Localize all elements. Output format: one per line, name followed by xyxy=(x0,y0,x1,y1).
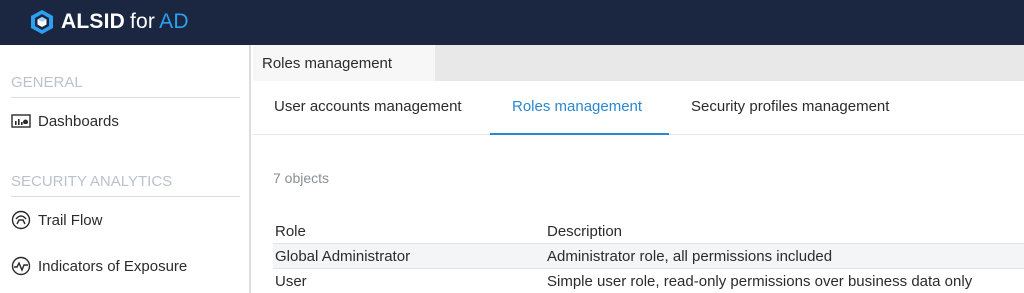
main-content: Roles management User accounts managemen… xyxy=(253,45,1024,293)
description-cell: Simple user role, read-only permissions … xyxy=(547,273,973,290)
page-tab-roles-management[interactable]: Roles management xyxy=(253,45,435,81)
table-header: Role Description xyxy=(273,220,1024,244)
subtab-bar: User accounts management Roles managemen… xyxy=(253,81,1024,135)
sidebar: GENERAL Dashboards SECURITY ANALYTICS Tr… xyxy=(0,45,251,293)
sidebar-item-label: Trail Flow xyxy=(38,211,103,229)
column-header-role[interactable]: Role xyxy=(275,223,306,240)
sidebar-item-label: Indicators of Exposure xyxy=(38,257,188,275)
brand-for: for xyxy=(130,10,156,33)
trail-flow-icon xyxy=(11,210,31,230)
role-cell: Global Administrator xyxy=(275,248,411,265)
table-row[interactable]: Global Administrator Administrator role,… xyxy=(273,244,1024,269)
sidebar-item-label: Dashboards xyxy=(38,112,119,130)
sidebar-item-trail-flow[interactable]: Trail Flow xyxy=(11,206,102,234)
brand-ad: AD xyxy=(159,10,189,33)
description-cell: Administrator role, all permissions incl… xyxy=(547,248,833,265)
alsid-logo-icon xyxy=(31,10,53,34)
sidebar-divider xyxy=(11,196,240,197)
dashboard-icon xyxy=(11,111,31,131)
sidebar-section-security-analytics: SECURITY ANALYTICS xyxy=(11,173,173,190)
sidebar-divider xyxy=(11,97,240,98)
page-tab-strip: Roles management xyxy=(253,45,1024,81)
pulse-icon xyxy=(11,256,31,276)
brand-name: ALSID xyxy=(61,10,125,33)
role-cell: User xyxy=(275,273,307,290)
sidebar-section-general: GENERAL xyxy=(11,74,83,91)
active-tab-indicator xyxy=(490,133,669,135)
top-bar: ALSID for AD xyxy=(0,0,1024,45)
tab-user-accounts-management[interactable]: User accounts management xyxy=(274,98,462,115)
column-header-description[interactable]: Description xyxy=(547,223,622,240)
sidebar-item-dashboards[interactable]: Dashboards xyxy=(11,107,119,135)
tab-roles-management[interactable]: Roles management xyxy=(512,98,642,115)
sidebar-item-indicators-of-exposure[interactable]: Indicators of Exposure xyxy=(11,252,187,280)
app-brand[interactable]: ALSID for AD xyxy=(61,9,189,35)
table-row[interactable]: User Simple user role, read-only permiss… xyxy=(273,269,1024,293)
tab-security-profiles-management[interactable]: Security profiles management xyxy=(691,98,889,115)
object-count: 7 objects xyxy=(273,170,330,186)
